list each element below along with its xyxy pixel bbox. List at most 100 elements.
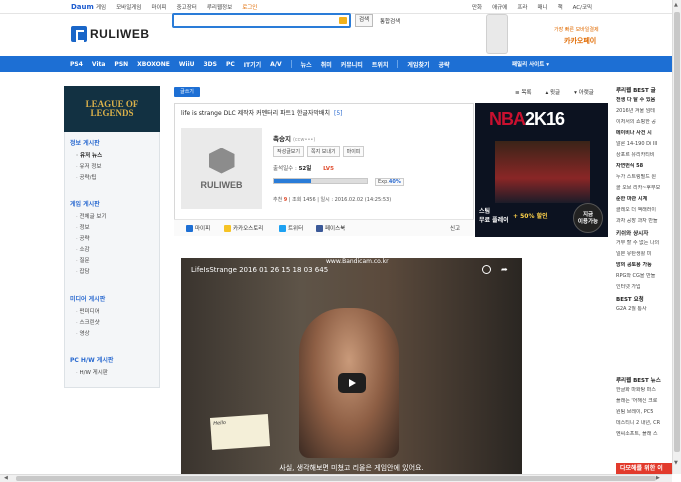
- top-link-game[interactable]: 게임: [96, 3, 106, 11]
- kakaostory-icon: [224, 224, 231, 232]
- nav-hobby[interactable]: 취미: [321, 60, 332, 69]
- search-input[interactable]: [174, 15, 334, 26]
- share-kakaostory-button[interactable]: 카카오스토리: [224, 224, 263, 232]
- nav-news[interactable]: 뉴스: [301, 60, 312, 69]
- sidebar-item[interactable]: 펀미디어: [76, 307, 105, 315]
- watch-later-icon[interactable]: [482, 265, 491, 274]
- share-mypi-button[interactable]: 마이피: [186, 224, 210, 232]
- sidebar-item[interactable]: H/W 게시판: [76, 368, 113, 376]
- horizontal-scroll-thumb[interactable]: [16, 476, 656, 481]
- nav-gamefind[interactable]: 게임찾기: [407, 60, 429, 69]
- nav-3ds[interactable]: 3DS: [204, 61, 217, 68]
- site-logo[interactable]: RULIWEB: [71, 26, 150, 42]
- scroll-up-icon[interactable]: ▲: [674, 2, 678, 8]
- avatar-label: RULIWEB: [200, 179, 243, 190]
- top-link-market[interactable]: 중고장터: [177, 3, 197, 11]
- sidebar-section-title[interactable]: 미디어 게시판: [70, 294, 105, 303]
- author-name[interactable]: 촉승지 (ccw•••): [273, 133, 315, 143]
- top-link-manga[interactable]: 만화: [472, 3, 482, 11]
- play-button-icon[interactable]: [338, 373, 366, 393]
- top-link-figure[interactable]: 애규에: [492, 3, 507, 11]
- phone-icon: [486, 14, 508, 54]
- top-link-mani[interactable]: 매니: [537, 3, 547, 11]
- sidebar-item[interactable]: 정보: [76, 223, 107, 231]
- search-keyboard-icon[interactable]: [339, 17, 347, 24]
- lol-banner-text: LEAGUE OF LEGENDS: [85, 99, 139, 118]
- author-avatar[interactable]: RULIWEB: [181, 128, 262, 209]
- sidebar-section-title[interactable]: 게임 게시판: [70, 199, 107, 208]
- report-button[interactable]: 신고: [450, 224, 460, 232]
- prev-post-button[interactable]: ▴ 윗글: [545, 88, 560, 96]
- top-link-book[interactable]: 책: [558, 3, 563, 11]
- author-nick: 촉승지: [273, 135, 291, 143]
- nav-twitch[interactable]: 트위치: [372, 60, 389, 69]
- share-twitter-label: 트위터: [288, 226, 304, 232]
- total-search-link[interactable]: 통합검색: [380, 17, 400, 25]
- exp-bar-fill: [274, 179, 312, 183]
- nba2k16-ad[interactable]: NBA2K16 스팀 무료 플레이 + 50% 할인 지금 이용가능: [475, 103, 608, 237]
- vertical-scroll-thumb[interactable]: [674, 12, 680, 452]
- top-links: 게임 모바일게임 마이피 중고장터 루리웹정보 로그인: [96, 3, 257, 11]
- nav-it[interactable]: IT기기: [244, 60, 261, 69]
- nav-ps4[interactable]: PS4: [70, 61, 83, 68]
- sidebar-section-game: 게임 게시판 전체글 보기 정보 공략 소감 질문 잡담: [70, 199, 107, 278]
- top-link-mobile[interactable]: 모바일게임: [116, 3, 141, 11]
- top-link-ac[interactable]: AC/코믹: [573, 3, 592, 11]
- share-facebook-button[interactable]: 페이스북: [316, 224, 345, 232]
- vertical-scrollbar[interactable]: ▲ ▼: [672, 0, 681, 474]
- lol-banner-ad[interactable]: LEAGUE OF LEGENDS: [64, 86, 160, 132]
- scroll-left-icon[interactable]: ◀: [4, 475, 8, 481]
- sidebar-item[interactable]: 공략: [76, 234, 107, 242]
- video-subtitle: 사실, 생각해보면 미쳤고 리올은 게임안에 있어요.: [279, 464, 424, 472]
- horizontal-scrollbar[interactable]: ◀ ▶: [0, 474, 672, 482]
- share-mypi-label: 마이피: [195, 226, 211, 232]
- exp-label-text: Exp.: [378, 179, 389, 185]
- scroll-right-icon[interactable]: ▶: [656, 475, 660, 481]
- nav-pc[interactable]: PC: [226, 61, 235, 68]
- write-button[interactable]: 글쓰기: [174, 87, 200, 97]
- ad-now-available: 지금 이용가능: [573, 203, 603, 233]
- post-title-text: life is strange DLC 제작자 커멘터리 파트1 한글자막배치: [181, 110, 330, 117]
- sidebar-item[interactable]: 소감: [76, 245, 107, 253]
- daum-logo[interactable]: Daum: [71, 3, 94, 11]
- family-site-dropdown[interactable]: 패밀리 사이트 ▾: [512, 60, 549, 68]
- top-link-mypi[interactable]: 마이피: [151, 3, 166, 11]
- top-link-plamo[interactable]: 프라: [517, 3, 527, 11]
- exp-value: 40%: [388, 179, 401, 185]
- login-link[interactable]: 로그인: [242, 3, 257, 11]
- comment-count[interactable]: [5]: [334, 110, 343, 117]
- kakaopay-ad-line2: 카카오페이: [564, 37, 597, 45]
- nav-psn[interactable]: PSN: [114, 61, 128, 68]
- nav-vita[interactable]: Vita: [92, 61, 106, 68]
- mypi-button[interactable]: 마이피: [342, 146, 365, 157]
- sidebar-item[interactable]: 공략/팁: [76, 173, 102, 181]
- share-icon[interactable]: ➦: [501, 265, 508, 274]
- sidebar-section-title[interactable]: 정보 게시판: [70, 138, 102, 147]
- nav-wiiu[interactable]: WiiU: [179, 61, 195, 68]
- embedded-video[interactable]: LifeIsStrange 2016 01 26 15 18 03 645 ww…: [181, 258, 522, 482]
- top-link-info[interactable]: 루리웹정보: [207, 3, 232, 11]
- next-post-button[interactable]: ▾ 아랫글: [574, 88, 594, 96]
- sidebar-item[interactable]: 유저 정보: [76, 162, 102, 170]
- view-posts-button[interactable]: 작성글보기: [273, 146, 305, 157]
- list-button[interactable]: ≡ 목록: [515, 88, 531, 96]
- promo-red-button[interactable]: 다모헤를 위한 이: [616, 463, 672, 474]
- sidebar-item[interactable]: 유저 뉴스: [76, 151, 102, 159]
- video-title[interactable]: LifeIsStrange 2016 01 26 15 18 03 645: [191, 266, 328, 274]
- nav-av[interactable]: A/V: [270, 61, 281, 68]
- twitter-icon: [279, 224, 286, 232]
- search-button[interactable]: 검색: [355, 14, 373, 27]
- nav-guide[interactable]: 공략: [439, 60, 450, 69]
- sidebar-item[interactable]: 영상: [76, 329, 105, 337]
- nav-xboxone[interactable]: XBOXONE: [137, 61, 170, 68]
- send-message-button[interactable]: 쪽지 보내기: [307, 146, 340, 157]
- sidebar-item[interactable]: 잡담: [76, 267, 107, 275]
- share-twitter-button[interactable]: 트위터: [279, 224, 303, 232]
- scroll-down-icon[interactable]: ▼: [674, 460, 678, 466]
- sidebar-item[interactable]: 스크린샷: [76, 318, 105, 326]
- sidebar-item[interactable]: 전체글 보기: [76, 212, 107, 220]
- nav-community[interactable]: 커뮤니티: [341, 60, 363, 69]
- sidebar-section-title[interactable]: PC H/W 게시판: [70, 355, 113, 364]
- kakaopay-ad[interactable]: 가장 빠른 모바일결제 카카오페이: [484, 14, 608, 56]
- sidebar-item[interactable]: 질문: [76, 256, 107, 264]
